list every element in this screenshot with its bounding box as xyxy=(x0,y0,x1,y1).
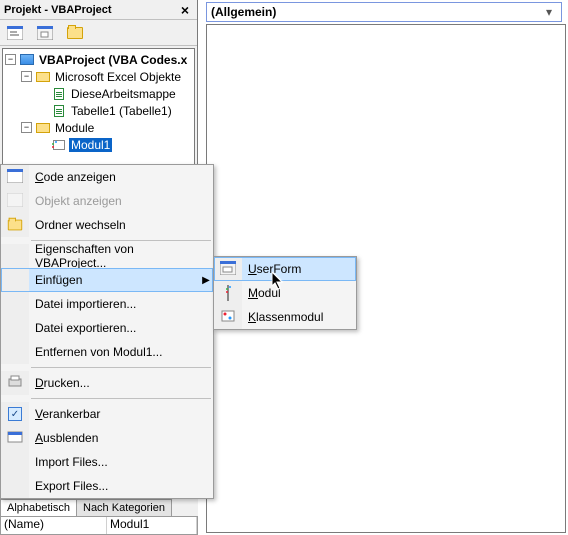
menu-view-code[interactable]: Code anzeigen xyxy=(1,165,213,189)
userform-icon xyxy=(220,261,236,278)
object-dropdown[interactable]: (Allgemein) ▾ xyxy=(206,2,562,22)
menu-label: Ordner wechseln xyxy=(29,218,213,232)
project-icon xyxy=(19,53,35,67)
menu-label: Klassenmodul xyxy=(242,310,356,324)
worksheet-icon xyxy=(51,87,67,101)
menu-properties[interactable]: Eigenschaften von VBAProject... xyxy=(1,244,213,268)
properties-tabs: Alphabetisch Nach Kategorien xyxy=(0,499,198,516)
worksheet-icon xyxy=(51,104,67,118)
insert-submenu: UserForm Modul Klassenmodul xyxy=(213,256,357,330)
menu-toggle-folder[interactable]: Ordner wechseln xyxy=(1,213,213,237)
menu-label: Verankerbar xyxy=(29,407,213,421)
toggle-folders-icon[interactable] xyxy=(64,22,86,44)
tree-item-workbook[interactable]: DieseArbeitsmappe xyxy=(3,85,194,102)
collapse-icon[interactable]: − xyxy=(5,54,16,65)
menu-view-object: Objekt anzeigen xyxy=(1,189,213,213)
tree-folder-label: Module xyxy=(53,121,96,135)
menu-label: Objekt anzeigen xyxy=(29,194,213,208)
module-icon xyxy=(51,138,67,152)
tree-item-label: Tabelle1 (Tabelle1) xyxy=(69,104,174,118)
class-module-icon xyxy=(220,309,236,326)
menu-separator xyxy=(31,240,211,241)
tree-folder-excel-objects[interactable]: − Microsoft Excel Objekte xyxy=(3,68,194,85)
menu-separator xyxy=(31,367,211,368)
printer-icon xyxy=(7,375,23,392)
submenu-userform[interactable]: UserForm xyxy=(214,257,356,281)
tree-item-label: Modul1 xyxy=(69,138,112,152)
context-menu: Code anzeigen Objekt anzeigen Ordner wec… xyxy=(0,164,214,499)
collapse-icon[interactable]: − xyxy=(21,122,32,133)
folder-icon xyxy=(35,121,51,135)
menu-separator xyxy=(31,398,211,399)
menu-dockable[interactable]: ✓ Verankerbar xyxy=(1,402,213,426)
tree-folder-modules[interactable]: − Module xyxy=(3,119,194,136)
object-dropdown-value: (Allgemein) xyxy=(211,5,541,19)
check-icon: ✓ xyxy=(8,407,22,421)
panel-close-button[interactable]: × xyxy=(177,2,193,18)
menu-label: UserForm xyxy=(242,262,356,276)
submenu-class-module[interactable]: Klassenmodul xyxy=(214,305,356,329)
menu-label: Einfügen xyxy=(29,273,199,287)
menu-label: Import Files... xyxy=(29,455,213,469)
folder-icon xyxy=(35,70,51,84)
view-object-icon[interactable] xyxy=(34,22,56,44)
collapse-icon[interactable]: − xyxy=(21,71,32,82)
panel-title-text: Projekt - VBAProject xyxy=(4,4,177,16)
property-row[interactable]: (Name) Modul1 xyxy=(1,517,197,534)
menu-label: Datei importieren... xyxy=(29,297,213,311)
tree-item-module[interactable]: Modul1 xyxy=(3,136,194,153)
tree-folder-label: Microsoft Excel Objekte xyxy=(53,70,183,84)
code-icon xyxy=(7,169,23,186)
menu-label: Datei exportieren... xyxy=(29,321,213,335)
menu-hide[interactable]: Ausblenden xyxy=(1,426,213,450)
property-value[interactable]: Modul1 xyxy=(107,517,197,534)
menu-print[interactable]: Drucken... xyxy=(1,371,213,395)
submenu-module[interactable]: Modul xyxy=(214,281,356,305)
property-key: (Name) xyxy=(1,517,107,534)
menu-label: Export Files... xyxy=(29,479,213,493)
panel-toolbar xyxy=(0,20,197,46)
menu-import[interactable]: Datei importieren... xyxy=(1,292,213,316)
menu-label: Code anzeigen xyxy=(29,170,213,184)
menu-export-files[interactable]: Export Files... xyxy=(1,474,213,498)
menu-remove[interactable]: Entfernen von Modul1... xyxy=(1,340,213,364)
menu-export[interactable]: Datei exportieren... xyxy=(1,316,213,340)
module-icon xyxy=(227,286,229,300)
menu-label: Modul xyxy=(242,286,356,300)
panel-titlebar: Projekt - VBAProject × xyxy=(0,0,197,20)
tree-root-label: VBAProject (VBA Codes.x xyxy=(37,53,189,67)
folder-icon xyxy=(7,219,23,231)
tab-categorized[interactable]: Nach Kategorien xyxy=(76,499,172,516)
hide-icon xyxy=(7,430,23,447)
menu-insert[interactable]: Einfügen ▶ xyxy=(1,268,213,292)
object-icon xyxy=(7,193,23,210)
submenu-arrow-icon: ▶ xyxy=(199,275,213,286)
tab-alphabetical[interactable]: Alphabetisch xyxy=(0,499,77,516)
tree-root[interactable]: − VBAProject (VBA Codes.x xyxy=(3,51,194,68)
chevron-down-icon: ▾ xyxy=(541,5,557,19)
properties-grid[interactable]: (Name) Modul1 xyxy=(0,516,198,535)
menu-label: Ausblenden xyxy=(29,431,213,445)
menu-label: Entfernen von Modul1... xyxy=(29,345,213,359)
tree-item-label: DieseArbeitsmappe xyxy=(69,87,178,101)
tree-item-sheet[interactable]: Tabelle1 (Tabelle1) xyxy=(3,102,194,119)
menu-import-files[interactable]: Import Files... xyxy=(1,450,213,474)
view-code-icon[interactable] xyxy=(4,22,26,44)
menu-label: Eigenschaften von VBAProject... xyxy=(29,242,213,270)
menu-label: Drucken... xyxy=(29,376,213,390)
